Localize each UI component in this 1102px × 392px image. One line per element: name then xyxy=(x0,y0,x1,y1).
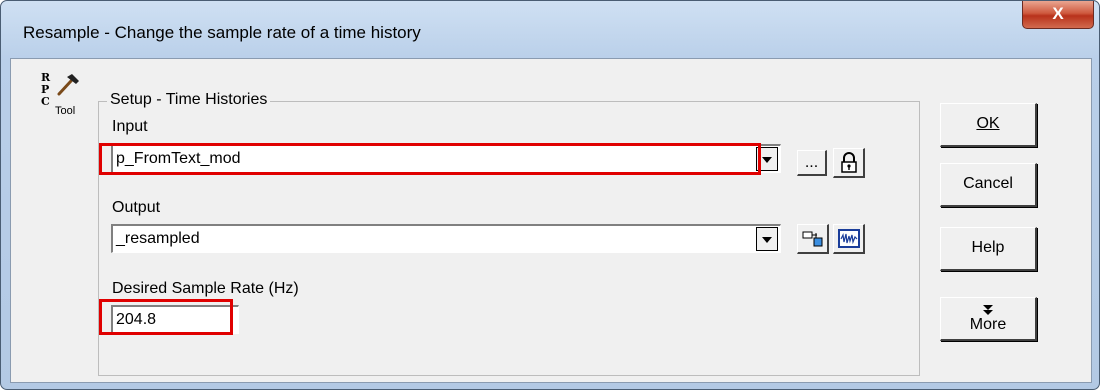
double-chevron-down-icon xyxy=(983,305,993,315)
lock-button[interactable] xyxy=(833,148,865,178)
help-button-label: Help xyxy=(971,239,1005,256)
waveform-view-button[interactable] xyxy=(833,224,865,254)
window-title: Resample - Change the sample rate of a t… xyxy=(23,23,421,42)
group-title: Setup - Time Histories xyxy=(107,91,271,109)
input-browse-button[interactable]: ... xyxy=(797,150,827,176)
rpc-letter-c: C xyxy=(41,95,50,108)
cancel-button-label: Cancel xyxy=(963,175,1013,192)
output-label: Output xyxy=(112,199,161,216)
output-options-button[interactable] xyxy=(797,224,829,254)
input-dropdown-button[interactable] xyxy=(756,147,778,171)
input-label: Input xyxy=(112,118,148,135)
window-layout-icon xyxy=(802,231,822,247)
setup-time-histories-group: Setup - Time Histories Input p_FromText_… xyxy=(98,91,920,376)
help-button[interactable]: Help xyxy=(940,227,1037,271)
more-button-label: More xyxy=(969,316,1007,333)
sample-rate-value: 204.8 xyxy=(116,311,157,328)
input-combobox[interactable]: p_FromText_mod xyxy=(111,144,781,173)
ok-button-label: OK xyxy=(976,115,1000,132)
output-combobox[interactable]: _resampled xyxy=(111,224,781,253)
sample-rate-label: Desired Sample Rate (Hz) xyxy=(112,280,299,297)
hammer-icon xyxy=(57,74,79,96)
title-bar[interactable]: Resample - Change the sample rate of a t… xyxy=(1,1,1099,61)
dialog-body: R P C Tool Setup - Time Histories Input … xyxy=(10,58,1092,383)
rpc-tool-label: Tool xyxy=(55,105,76,117)
rpc-logo-letters: R P C xyxy=(41,72,50,108)
resample-dialog: Resample - Change the sample rate of a t… xyxy=(0,0,1100,390)
lock-icon xyxy=(840,152,857,173)
sample-rate-field[interactable]: 204.8 xyxy=(111,305,239,334)
more-button[interactable]: More xyxy=(940,297,1037,341)
rpc-tool-logo: R P C Tool xyxy=(37,67,87,123)
output-dropdown-button[interactable] xyxy=(756,227,778,251)
close-button[interactable]: X xyxy=(1022,1,1094,29)
ok-button[interactable]: OK xyxy=(940,103,1037,147)
waveform-icon xyxy=(837,229,860,248)
input-value: p_FromText_mod xyxy=(116,150,241,167)
output-value: _resampled xyxy=(116,230,200,247)
cancel-button[interactable]: Cancel xyxy=(940,163,1037,207)
